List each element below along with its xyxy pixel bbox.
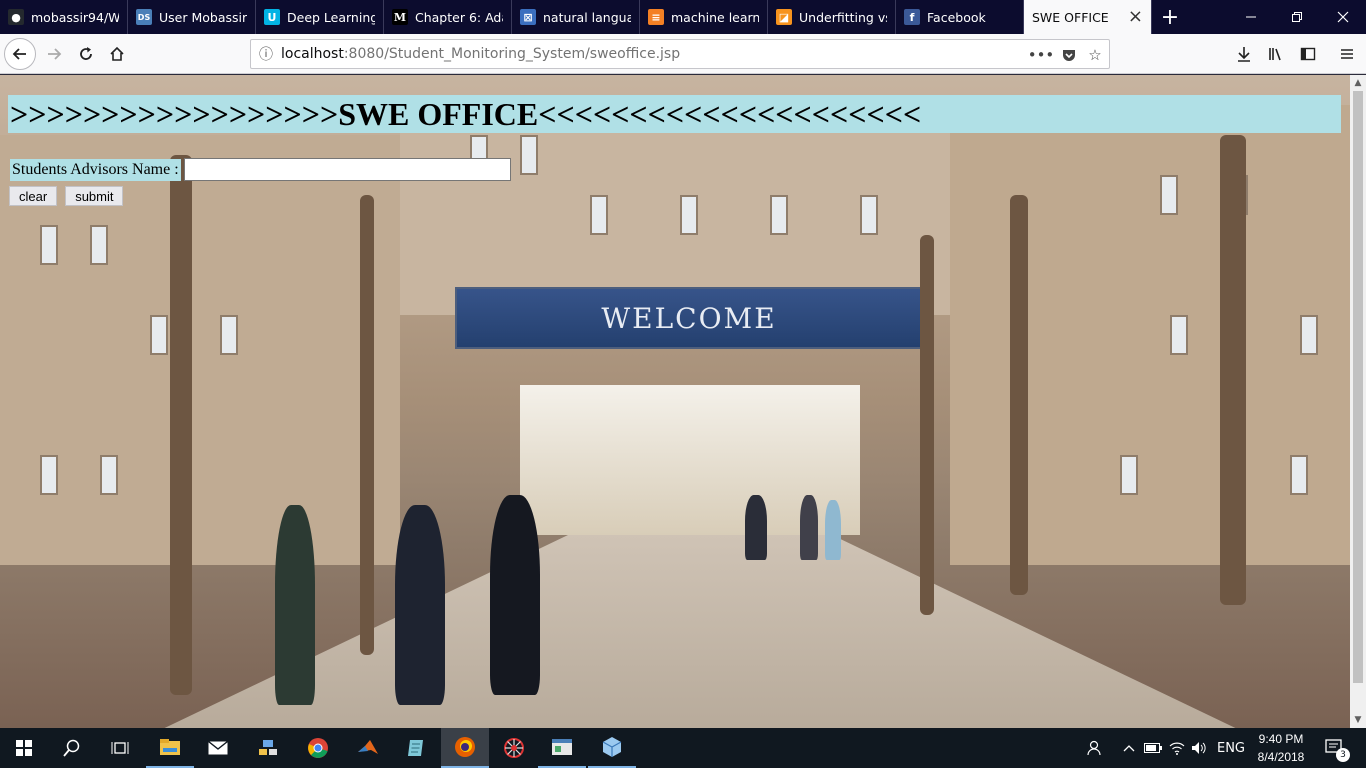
download-icon[interactable] [1228, 38, 1260, 70]
tab-facebook[interactable]: f Facebook [896, 0, 1024, 34]
network-app-icon[interactable] [244, 728, 292, 768]
advisor-name-label: Students Advisors Name : [10, 158, 181, 181]
tab-scikit[interactable]: ◪ Underfitting vs. [768, 0, 896, 34]
url-path: :8080/Student_Monitoring_System/sweoffic… [343, 46, 681, 62]
search-icon[interactable] [48, 728, 96, 768]
page-actions-icon[interactable]: ••• [1028, 45, 1055, 65]
chevron-up-icon[interactable] [1120, 728, 1138, 768]
page-scrollbar[interactable]: ▲ ▼ [1350, 75, 1366, 728]
clock[interactable]: 9:40 PM 8/4/2018 [1248, 730, 1314, 766]
gear-app-icon[interactable] [490, 728, 538, 768]
close-tab-icon[interactable]: × [1128, 8, 1143, 26]
tab-title: Facebook [927, 9, 986, 25]
close-window-icon[interactable] [1320, 0, 1366, 34]
tab-title: Deep Learning | [287, 9, 375, 25]
tab-stackoverflow[interactable]: ≡ machine learnin [640, 0, 768, 34]
clock-date: 8/4/2018 [1257, 750, 1305, 764]
windows-taskbar: ENG 9:40 PM 8/4/2018 3 [0, 728, 1366, 768]
forward-icon[interactable] [38, 38, 70, 70]
clear-button[interactable]: clear [9, 186, 58, 206]
reload-icon[interactable] [70, 38, 102, 70]
stackoverflow-icon: ≡ [648, 9, 664, 25]
form-buttons: clear submit [9, 186, 124, 206]
minimize-icon[interactable] [1228, 0, 1274, 34]
scikit-icon: ◪ [776, 9, 792, 25]
tab-title: Chapter 6: Adab [415, 9, 503, 25]
mail-icon[interactable] [194, 728, 242, 768]
wifi-icon[interactable] [1166, 728, 1188, 768]
windows-start-icon[interactable] [0, 728, 48, 768]
medium-icon: M [392, 9, 408, 25]
window-app-icon[interactable] [538, 728, 586, 768]
chrome-icon[interactable] [294, 728, 342, 768]
people-icon[interactable] [1084, 728, 1106, 768]
advisor-name-input[interactable] [183, 158, 511, 181]
address-bar[interactable]: ⓘ localhost:8080/Student_Monitoring_Syst… [250, 39, 1110, 69]
volume-icon[interactable] [1188, 728, 1210, 768]
notepad-icon[interactable] [392, 728, 440, 768]
notification-count: 3 [1336, 748, 1350, 762]
menu-icon[interactable] [1331, 38, 1363, 70]
back-icon[interactable] [4, 38, 36, 70]
file-explorer-icon[interactable] [146, 728, 194, 768]
welcome-banner: WELCOME [455, 287, 923, 349]
tab-stackexchange[interactable]: ⊠ natural languag [512, 0, 640, 34]
submit-button[interactable]: submit [65, 186, 124, 206]
firefox-icon[interactable] [441, 728, 489, 768]
tab-title: machine learnin [671, 9, 759, 25]
page-title: >>>>>>>>>>>>>>>>>>SWE OFFICE<<<<<<<<<<<<… [8, 95, 1341, 133]
tab-udacity[interactable]: U Deep Learning | [256, 0, 384, 34]
welcome-banner-text: WELCOME [601, 301, 777, 335]
matlab-icon[interactable] [344, 728, 392, 768]
scroll-down-icon[interactable]: ▼ [1350, 712, 1366, 728]
site-info-icon[interactable]: ⓘ [251, 44, 281, 64]
github-icon: ● [8, 9, 24, 25]
browser-tab-strip: ● mobassir94/Wel DS User Mobassir H U De… [0, 0, 1366, 34]
sidebar-icon[interactable] [1292, 38, 1324, 70]
udacity-icon: U [264, 9, 280, 25]
tab-medium[interactable]: M Chapter 6: Adab [384, 0, 512, 34]
datascience-icon: DS [136, 9, 152, 25]
scroll-up-icon[interactable]: ▲ [1350, 75, 1366, 91]
restore-icon[interactable] [1274, 0, 1320, 34]
notifications-icon[interactable]: 3 [1318, 728, 1352, 768]
bookmark-star-icon[interactable]: ☆ [1083, 45, 1107, 65]
task-view-icon[interactable] [96, 728, 144, 768]
library-icon[interactable] [1260, 38, 1292, 70]
tab-datascience[interactable]: DS User Mobassir H [128, 0, 256, 34]
tab-title: natural languag [543, 9, 631, 25]
home-icon[interactable] [101, 38, 133, 70]
tab-swe-office[interactable]: SWE OFFICE × [1024, 0, 1152, 34]
advisor-form: Students Advisors Name : [10, 158, 511, 181]
cube-app-icon[interactable] [588, 728, 636, 768]
scroll-thumb[interactable] [1353, 91, 1363, 683]
facebook-icon: f [904, 9, 920, 25]
stackexchange-icon: ⊠ [520, 9, 536, 25]
tab-github[interactable]: ● mobassir94/Wel [0, 0, 128, 34]
new-tab-button[interactable]: + [1152, 0, 1188, 34]
tab-title: SWE OFFICE [1032, 9, 1109, 25]
url-host: localhost [281, 46, 344, 62]
tab-title: mobassir94/Wel [31, 9, 119, 25]
language-indicator[interactable]: ENG [1214, 728, 1248, 768]
battery-icon[interactable] [1142, 728, 1164, 768]
pocket-icon[interactable] [1057, 45, 1081, 65]
clock-time: 9:40 PM [1258, 732, 1304, 746]
browser-toolbar: ⓘ localhost:8080/Student_Monitoring_Syst… [0, 34, 1366, 74]
tab-title: Underfitting vs. [799, 9, 887, 25]
page-viewport: WELCOME >>>>>>>>>>>>>>>>>>SWE OFFICE<<<<… [0, 75, 1350, 728]
tab-title: User Mobassir H [159, 9, 247, 25]
